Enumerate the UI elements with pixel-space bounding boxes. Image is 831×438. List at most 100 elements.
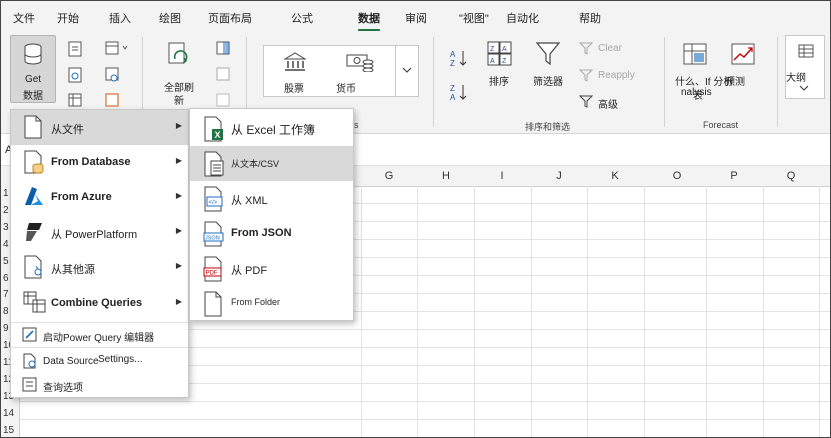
stocks-button[interactable]: 股票 <box>274 52 314 95</box>
sort-button[interactable]: ZAAZ 排序 <box>483 41 517 97</box>
filter-label: 筛选器 <box>533 77 563 88</box>
filter-button[interactable]: 筛选器 <box>529 41 567 97</box>
queries-connections-icon[interactable] <box>216 41 230 55</box>
tab-review[interactable]: 审阅 <box>405 10 427 26</box>
row-header[interactable]: 3 <box>3 222 9 233</box>
row-header[interactable]: 7 <box>3 289 9 300</box>
menu-divider <box>11 347 188 348</box>
tab-view[interactable]: "视图" <box>459 10 489 26</box>
column-header[interactable]: P <box>706 170 762 182</box>
svg-text:X: X <box>215 130 221 140</box>
get-data-menu: 从文件 ▶ From Database ▶ From Azure ▶ 从 Pow… <box>10 109 189 398</box>
sort-a-to-z-icon[interactable]: AZ <box>449 49 469 67</box>
tab-formulas[interactable]: 公式 <box>291 10 313 26</box>
row-header[interactable]: 2 <box>3 205 9 216</box>
submenu-item-json[interactable]: JSON From JSON <box>190 216 353 251</box>
svg-text:A: A <box>502 46 507 53</box>
forecast-sheet-button[interactable]: 预测 表 <box>693 41 763 103</box>
currency-label: 货币 <box>336 84 356 95</box>
outline-button[interactable]: 大纲 <box>785 35 825 99</box>
edit-links-icon[interactable] <box>216 93 230 107</box>
menu-item-from-file[interactable]: 从文件 ▶ <box>11 110 188 145</box>
submenu-item-text-csv[interactable]: 从文本/CSV <box>190 146 353 181</box>
row-header[interactable]: 6 <box>3 273 9 284</box>
currency-button[interactable]: 货币 <box>334 52 384 95</box>
row-header[interactable]: 4 <box>3 239 9 250</box>
menu-item-label: 从 PowerPlatform <box>51 229 138 241</box>
column-header[interactable]: G <box>361 170 417 182</box>
row-header[interactable]: 14 <box>3 408 14 419</box>
submenu-item-pdf[interactable]: PDF 从 PDF <box>190 251 353 286</box>
from-web-icon[interactable] <box>68 67 82 83</box>
menu-item-from-other-sources[interactable]: 从其他源 ▶ <box>11 250 188 285</box>
row-header[interactable]: 1 <box>3 188 9 199</box>
existing-connections-icon[interactable] <box>105 67 119 83</box>
row-header[interactable]: 8 <box>3 306 9 317</box>
tab-insert[interactable]: 插入 <box>109 10 131 26</box>
chevron-right-icon: ▶ <box>175 121 182 130</box>
menu-item-from-azure[interactable]: From Azure ▶ <box>11 180 188 215</box>
column-header[interactable]: K <box>587 170 643 182</box>
data-source-settings[interactable]: Data Source Settings... <box>11 350 188 372</box>
column-header[interactable]: Q <box>763 170 819 182</box>
row-header[interactable]: 15 <box>3 425 14 436</box>
submenu-item-label: 从 XML <box>231 195 268 207</box>
data-types-expand-button[interactable] <box>395 45 419 97</box>
reapply-label: Reapply <box>598 70 635 81</box>
tab-home[interactable]: 开始 <box>57 10 79 26</box>
from-text-icon[interactable] <box>68 41 82 57</box>
xml-icon: </> <box>204 186 223 212</box>
tab-automate[interactable]: 自动化 <box>506 10 539 26</box>
column-header[interactable]: O <box>649 170 705 182</box>
from-table-icon[interactable] <box>68 93 82 107</box>
refresh-icon <box>168 42 188 64</box>
submenu-item-label: 从文本/CSV <box>231 159 280 169</box>
tab-draw[interactable]: 绘图 <box>159 10 181 26</box>
tab-data[interactable]: 数据 <box>358 10 380 32</box>
menu-item-from-database[interactable]: From Database ▶ <box>11 145 188 180</box>
tab-help[interactable]: 帮助 <box>579 10 601 26</box>
advanced-filter-button[interactable]: 高级 <box>579 94 639 111</box>
submenu-item-label: From JSON <box>231 227 292 239</box>
menu-item-combine-queries[interactable]: Combine Queries ▶ <box>11 286 188 321</box>
query-options-icon <box>22 377 37 392</box>
reapply-button[interactable]: Reapply <box>579 68 649 84</box>
clear-filter-icon <box>579 42 593 55</box>
column-header[interactable]: H <box>418 170 474 182</box>
svg-text:PDF: PDF <box>206 271 218 277</box>
menu-item-from-powerplatform[interactable]: 从 PowerPlatform ▶ <box>11 215 188 250</box>
filter-icon <box>535 42 561 66</box>
recent-sources-icon[interactable] <box>105 41 129 55</box>
submenu-item-label: 从 PDF <box>231 265 268 277</box>
column-header[interactable]: I <box>474 170 530 182</box>
power-platform-icon <box>26 223 42 241</box>
submenu-item-label: 从 Excel 工作簿 <box>231 123 316 137</box>
get-data-label-2: 数据 <box>23 91 43 102</box>
row-header[interactable]: 5 <box>3 256 9 267</box>
svg-text:Z: Z <box>450 59 455 67</box>
submenu-item-folder[interactable]: From Folder <box>190 286 353 321</box>
combine-queries-icon <box>23 291 46 313</box>
workbook-links-icon[interactable] <box>216 67 230 81</box>
sort-z-to-a-icon[interactable]: ZA <box>449 83 469 101</box>
launch-power-query-editor[interactable]: 启动Power Query 编辑器 <box>11 324 188 346</box>
launch-editor-label: 启动Power Query 编辑器 <box>43 333 155 344</box>
excel-workbook-icon: X <box>204 116 223 142</box>
advanced-filter-icon <box>579 95 593 108</box>
row-header[interactable]: 9 <box>3 323 9 334</box>
properties-icon[interactable] <box>105 93 119 107</box>
tab-file[interactable]: 文件 <box>13 10 35 26</box>
settings-label: Settings... <box>98 354 143 365</box>
submenu-item-xml[interactable]: </> 从 XML <box>190 181 353 216</box>
query-options[interactable]: 查询选项 <box>11 374 188 396</box>
get-data-button[interactable]: Get 数据 <box>10 35 56 103</box>
menu-item-label: From Azure <box>51 191 112 203</box>
stocks-label: 股票 <box>284 84 304 95</box>
refresh-all-button[interactable]: 全部刷 新 <box>159 39 199 109</box>
svg-text:Z: Z <box>490 46 495 53</box>
submenu-item-excel-workbook[interactable]: X 从 Excel 工作簿 <box>190 111 353 146</box>
column-header[interactable]: J <box>531 170 587 182</box>
clear-button[interactable]: Clear <box>579 41 639 57</box>
tab-page-layout[interactable]: 页面布局 <box>208 10 252 26</box>
forecast-sheet-label-2: 表 <box>693 91 703 102</box>
